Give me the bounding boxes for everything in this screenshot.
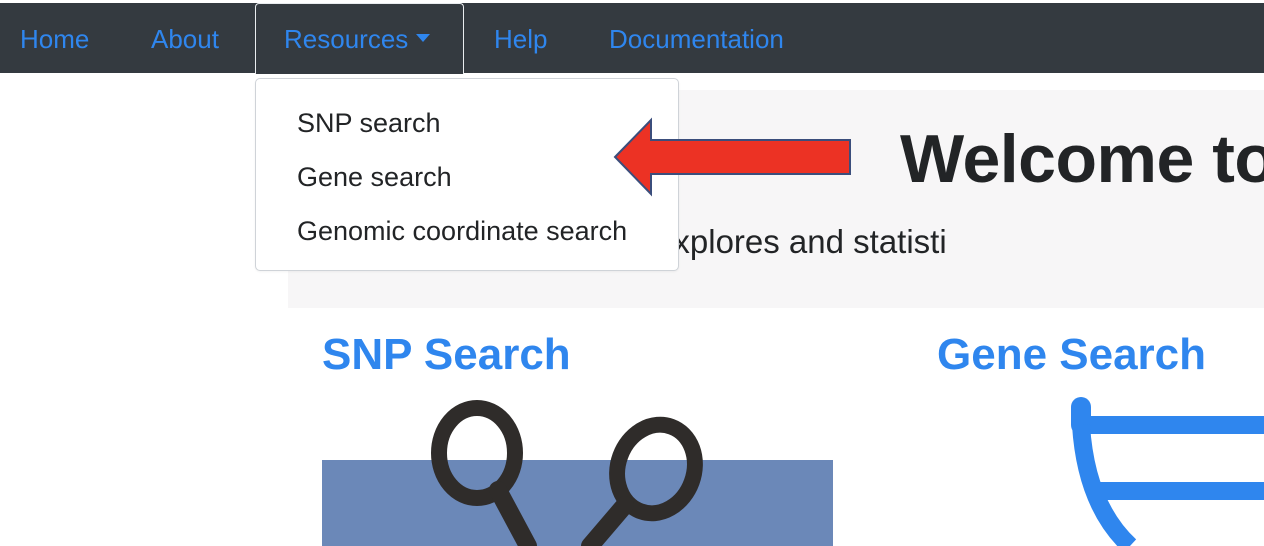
top-navbar: Home About Resources Help Documentation [0, 3, 1264, 74]
nav-documentation[interactable]: Documentation [609, 3, 784, 73]
caret-down-icon [416, 34, 431, 43]
dropdown-item-snp-search[interactable]: SNP search [297, 108, 441, 139]
snp-search-heading[interactable]: SNP Search [322, 330, 571, 380]
gene-search-heading[interactable]: Gene Search [937, 330, 1206, 380]
scissors-icon [431, 400, 703, 546]
nav-help[interactable]: Help [494, 3, 547, 73]
gene-search-icon [1071, 397, 1264, 546]
nav-home[interactable]: Home [20, 3, 89, 73]
dropdown-item-genomic-coordinate-search[interactable]: Genomic coordinate search [297, 216, 627, 247]
welcome-title: Welcome to [900, 121, 1264, 197]
nav-resources-label: Resources [284, 24, 409, 54]
red-arrow-annotation [613, 117, 851, 197]
dropdown-item-gene-search[interactable]: Gene search [297, 162, 452, 193]
nav-resources-toggle[interactable]: Resources [255, 3, 464, 74]
nav-about[interactable]: About [151, 3, 219, 73]
